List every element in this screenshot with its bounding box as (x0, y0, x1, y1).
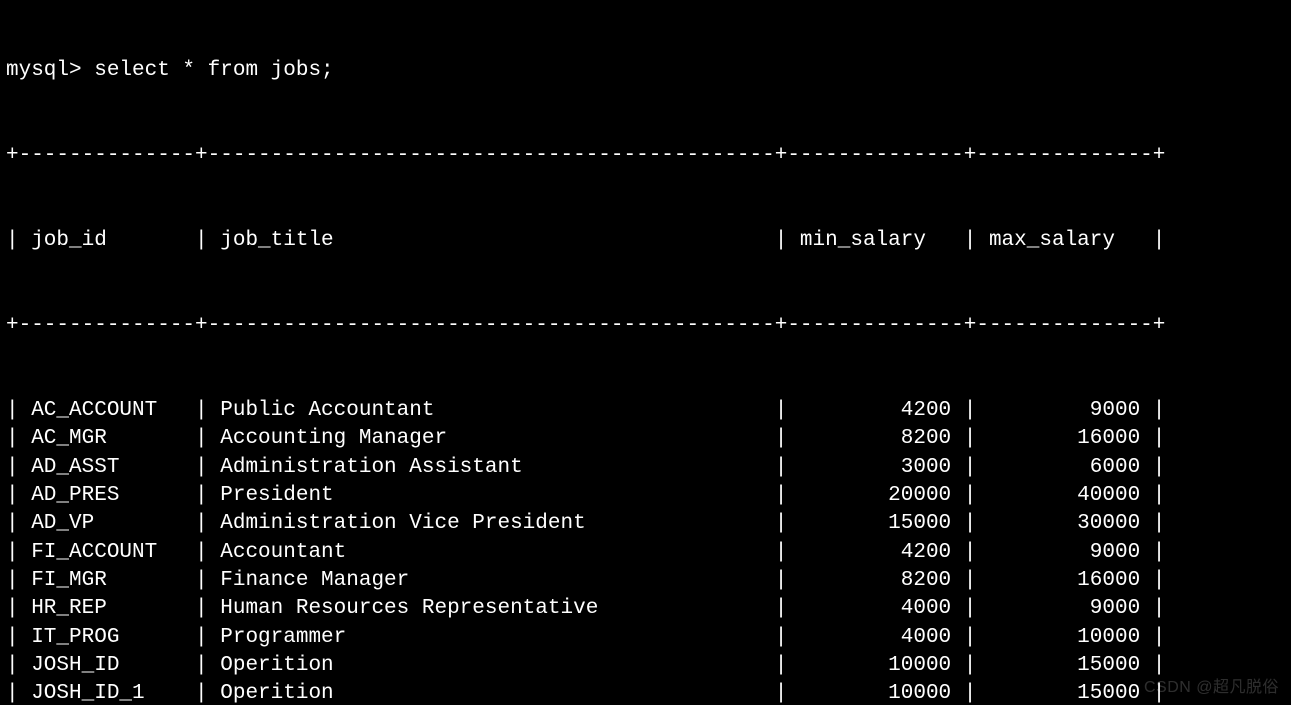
table-row: | HR_REP | Human Resources Representativ… (6, 595, 1285, 623)
table-row: | IT_PROG | Programmer | 4000 | 10000 | (6, 624, 1285, 652)
table-border-mid: +--------------+------------------------… (6, 312, 1285, 340)
table-row: | AC_MGR | Accounting Manager | 8200 | 1… (6, 425, 1285, 453)
query-text: select * from jobs; (94, 59, 333, 82)
table-row: | AD_PRES | President | 20000 | 40000 | (6, 482, 1285, 510)
table-body: | AC_ACCOUNT | Public Accountant | 4200 … (6, 397, 1285, 705)
table-row: | FI_MGR | Finance Manager | 8200 | 1600… (6, 567, 1285, 595)
prompt-prefix: mysql> (6, 59, 94, 82)
table-row: | JOSH_ID | Operition | 10000 | 15000 | (6, 652, 1285, 680)
table-row: | FI_ACCOUNT | Accountant | 4200 | 9000 … (6, 539, 1285, 567)
table-row: | AD_ASST | Administration Assistant | 3… (6, 454, 1285, 482)
prompt-line: mysql> select * from jobs; (6, 57, 1285, 85)
table-row: | AD_VP | Administration Vice President … (6, 510, 1285, 538)
table-row: | AC_ACCOUNT | Public Accountant | 4200 … (6, 397, 1285, 425)
table-row: | JOSH_ID_1 | Operition | 10000 | 15000 … (6, 680, 1285, 705)
table-border-top: +--------------+------------------------… (6, 142, 1285, 170)
table-header-row: | job_id | job_title | min_salary | max_… (6, 227, 1285, 255)
mysql-terminal[interactable]: mysql> select * from jobs; +------------… (0, 0, 1291, 705)
